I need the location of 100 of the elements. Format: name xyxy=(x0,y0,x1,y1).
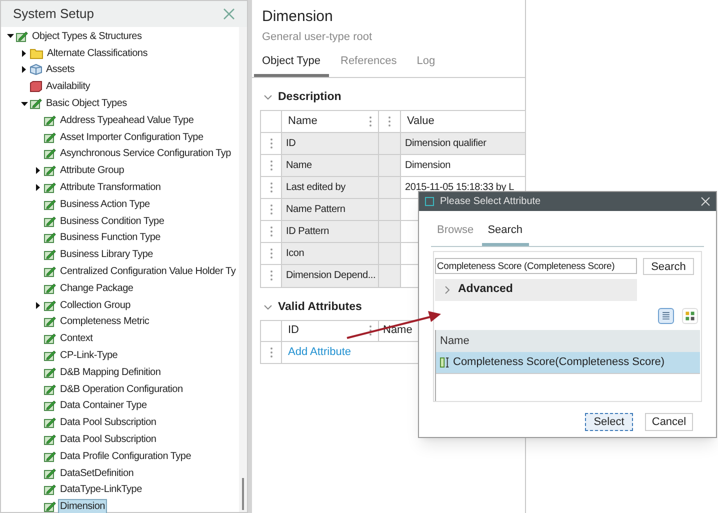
pencil-square-icon xyxy=(44,232,56,244)
pencil-square-icon xyxy=(44,216,56,227)
tree-item[interactable]: Availability xyxy=(44,79,92,94)
pencil-square-icon xyxy=(44,182,56,194)
cancel-button[interactable]: Cancel xyxy=(645,412,693,430)
table-cell: Name Pattern xyxy=(282,198,379,220)
pencil-square-icon xyxy=(44,282,56,294)
tab[interactable]: Search xyxy=(482,222,529,246)
column-header[interactable]: Value xyxy=(407,112,434,130)
table-cell: Dimension qualifier xyxy=(401,132,525,154)
tab[interactable]: Object Type xyxy=(254,51,328,76)
table-cell: Last edited by xyxy=(282,176,379,198)
tree-item[interactable]: Assets xyxy=(44,62,77,78)
drag-handle-icon[interactable] xyxy=(270,346,272,358)
expanded-triangle-icon[interactable] xyxy=(6,34,14,38)
table-cell: Icon xyxy=(282,242,379,264)
attribute-icon xyxy=(440,357,451,368)
folder-icon xyxy=(30,48,43,59)
chevron-icon[interactable] xyxy=(445,286,450,294)
result-row[interactable]: Completeness Score(Completeness Score) xyxy=(436,352,700,374)
tree-item[interactable]: Data Pool Subscription xyxy=(58,432,158,448)
scrollbar-thumb[interactable] xyxy=(242,478,244,510)
tree-item[interactable]: Business Action Type xyxy=(58,196,152,212)
chevron-icon[interactable] xyxy=(264,95,272,100)
drag-handle-icon[interactable] xyxy=(270,248,272,258)
pencil-square-icon xyxy=(44,266,56,278)
drag-handle-icon[interactable] xyxy=(270,270,272,281)
pencil-square-icon xyxy=(44,434,56,446)
page-title: Dimension xyxy=(262,7,334,27)
tree-item[interactable]: Business Library Type xyxy=(58,247,155,262)
drag-handle-icon[interactable] xyxy=(369,325,372,336)
collapsed-triangle-icon[interactable] xyxy=(22,66,26,74)
tree-item[interactable]: Context xyxy=(58,331,95,346)
search-button[interactable]: Search xyxy=(643,258,694,274)
tree-item[interactable]: Completeness Metric xyxy=(58,314,152,330)
tree-item[interactable]: D&B Operation Configuration xyxy=(58,382,185,397)
tree-item[interactable]: Object Types & Structures xyxy=(30,28,144,44)
pencil-square-icon xyxy=(44,132,56,143)
column-header[interactable]: Name xyxy=(288,112,318,130)
add-attribute-link[interactable]: Add Attribute xyxy=(288,344,351,360)
pencil-square-icon xyxy=(44,316,56,328)
tree-item[interactable]: CP-Link-Type xyxy=(58,348,120,364)
tab[interactable]: Log xyxy=(408,51,444,76)
drag-handle-icon[interactable] xyxy=(388,116,391,126)
collapsed-triangle-icon[interactable] xyxy=(36,302,40,309)
section-heading: Valid Attributes xyxy=(278,300,362,315)
tree-item[interactable]: Data Profile Configuration Type xyxy=(58,448,194,464)
tree-item[interactable]: Change Package xyxy=(58,280,136,296)
drag-handle-icon[interactable] xyxy=(270,204,272,214)
dialog-title: Please Select Attribute xyxy=(440,195,542,209)
grid-view-icon[interactable] xyxy=(682,308,698,324)
window-icon xyxy=(425,197,434,206)
cube-outline-icon xyxy=(30,64,42,76)
pencil-square-icon xyxy=(44,468,56,479)
drag-handle-icon[interactable] xyxy=(270,226,272,236)
pencil-square-icon xyxy=(44,350,56,362)
pencil-square-icon xyxy=(44,114,56,126)
tree-item[interactable]: Address Typeahead Value Type xyxy=(58,112,196,128)
collapsed-triangle-icon[interactable] xyxy=(22,50,26,57)
tree-item[interactable]: D&B Mapping Definition xyxy=(58,364,163,380)
search-field[interactable]: Completeness Score (Completeness Score) xyxy=(435,258,637,274)
pencil-square-icon xyxy=(44,400,56,412)
tree-item[interactable]: Asynchronous Service Configuration Typ xyxy=(58,146,233,162)
column-header[interactable]: Name xyxy=(436,330,700,352)
chevron-icon[interactable] xyxy=(264,305,272,310)
table-cell: Dimension Depend... xyxy=(282,264,379,286)
tree-item[interactable]: Dimension xyxy=(58,499,107,513)
tree-item[interactable]: Alternate Classifications xyxy=(45,46,150,61)
tree-item[interactable]: DataSetDefinition xyxy=(58,466,136,481)
list-view-icon[interactable] xyxy=(658,308,674,324)
table-cell: ID Pattern xyxy=(282,220,379,242)
tree-item[interactable]: Attribute Group xyxy=(58,163,126,178)
column-header[interactable]: ID xyxy=(288,322,299,339)
drag-handle-icon[interactable] xyxy=(369,116,372,126)
collapsed-triangle-icon[interactable] xyxy=(36,184,40,192)
drag-handle-icon[interactable] xyxy=(270,160,272,170)
tab[interactable]: References xyxy=(332,51,405,76)
pencil-square-icon xyxy=(44,384,56,395)
drag-handle-icon[interactable] xyxy=(270,182,272,192)
tree-item[interactable]: Data Pool Subscription xyxy=(58,415,158,430)
tree-item[interactable]: DataType-LinkType xyxy=(58,482,144,498)
tab[interactable]: Browse xyxy=(431,222,480,246)
pencil-square-icon xyxy=(30,98,42,110)
collapsed-triangle-icon[interactable] xyxy=(36,167,40,174)
expanded-triangle-icon[interactable] xyxy=(20,102,28,106)
section-heading: Description xyxy=(278,90,342,105)
tree-item[interactable]: Collection Group xyxy=(58,298,132,313)
tree-item[interactable]: Business Condition Type xyxy=(58,214,166,229)
tree-item[interactable]: Basic Object Types xyxy=(44,96,129,112)
pencil-square-icon xyxy=(44,300,56,311)
tree-item[interactable]: Attribute Transformation xyxy=(58,180,163,196)
tree-item[interactable]: Data Container Type xyxy=(58,398,149,414)
tree-item[interactable]: Asset Importer Configuration Type xyxy=(58,130,206,145)
pencil-square-icon xyxy=(44,484,56,496)
pencil-square-icon xyxy=(44,417,56,428)
select-button[interactable]: Select xyxy=(585,412,633,430)
cube-icon xyxy=(30,81,42,92)
tree-item[interactable]: Business Function Type xyxy=(58,230,162,246)
drag-handle-icon[interactable] xyxy=(270,138,272,148)
tree-item[interactable]: Centralized Configuration Value Holder Ty xyxy=(58,264,238,280)
